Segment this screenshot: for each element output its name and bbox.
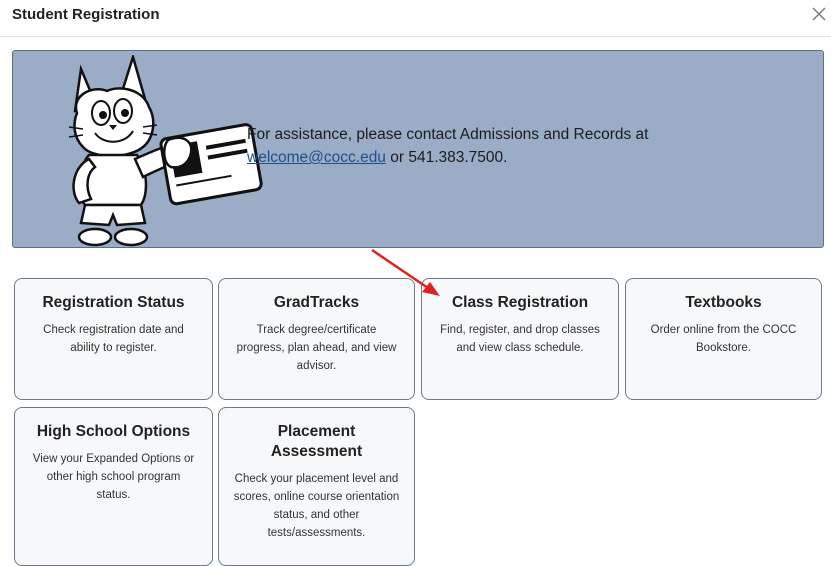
- card-description: Check your placement level and scores, o…: [233, 473, 400, 539]
- card-title: Registration Status: [42, 294, 185, 311]
- card-description: Find, register, and drop classes and vie…: [440, 324, 600, 354]
- card-title: Textbooks: [685, 294, 762, 311]
- dialog-header: Student Registration: [0, 0, 831, 37]
- bobcat-mascot-icon: [68, 55, 263, 247]
- high-school-options-card[interactable]: High School Options View your Expanded O…: [14, 407, 213, 566]
- card-title: High School Options: [36, 423, 191, 440]
- admissions-email-link[interactable]: welcome@cocc.edu: [247, 149, 386, 166]
- card-description: Check registration date and ability to r…: [43, 324, 184, 354]
- card-description: Track degree/certificate progress, plan …: [236, 324, 397, 372]
- annotation-arrow-icon: [371, 248, 440, 296]
- textbooks-card[interactable]: Textbooks Order online from the COCC Boo…: [625, 278, 822, 400]
- card-title: Placement Assessment: [270, 423, 363, 460]
- card-description: View your Expanded Options or other high…: [32, 453, 195, 501]
- assistance-text-prefix: For assistance, please contact Admission…: [247, 126, 649, 143]
- assistance-text: For assistance, please contact Admission…: [247, 123, 807, 169]
- class-registration-card[interactable]: Class Registration Find, register, and d…: [421, 278, 619, 400]
- card-description: Order online from the COCC Bookstore.: [650, 324, 797, 354]
- dialog-title: Student Registration: [12, 6, 160, 23]
- student-registration-dialog: Student Registration For assistance, ple…: [0, 0, 831, 566]
- assistance-banner: For assistance, please contact Admission…: [12, 50, 824, 248]
- assistance-phone-text: or 541.383.7500.: [385, 149, 508, 166]
- registration-status-card[interactable]: Registration Status Check registration d…: [14, 278, 213, 400]
- close-button[interactable]: [807, 2, 831, 26]
- close-icon: [812, 7, 826, 21]
- card-title: Class Registration: [451, 294, 589, 311]
- placement-assessment-card[interactable]: Placement Assessment Check your placemen…: [218, 407, 415, 566]
